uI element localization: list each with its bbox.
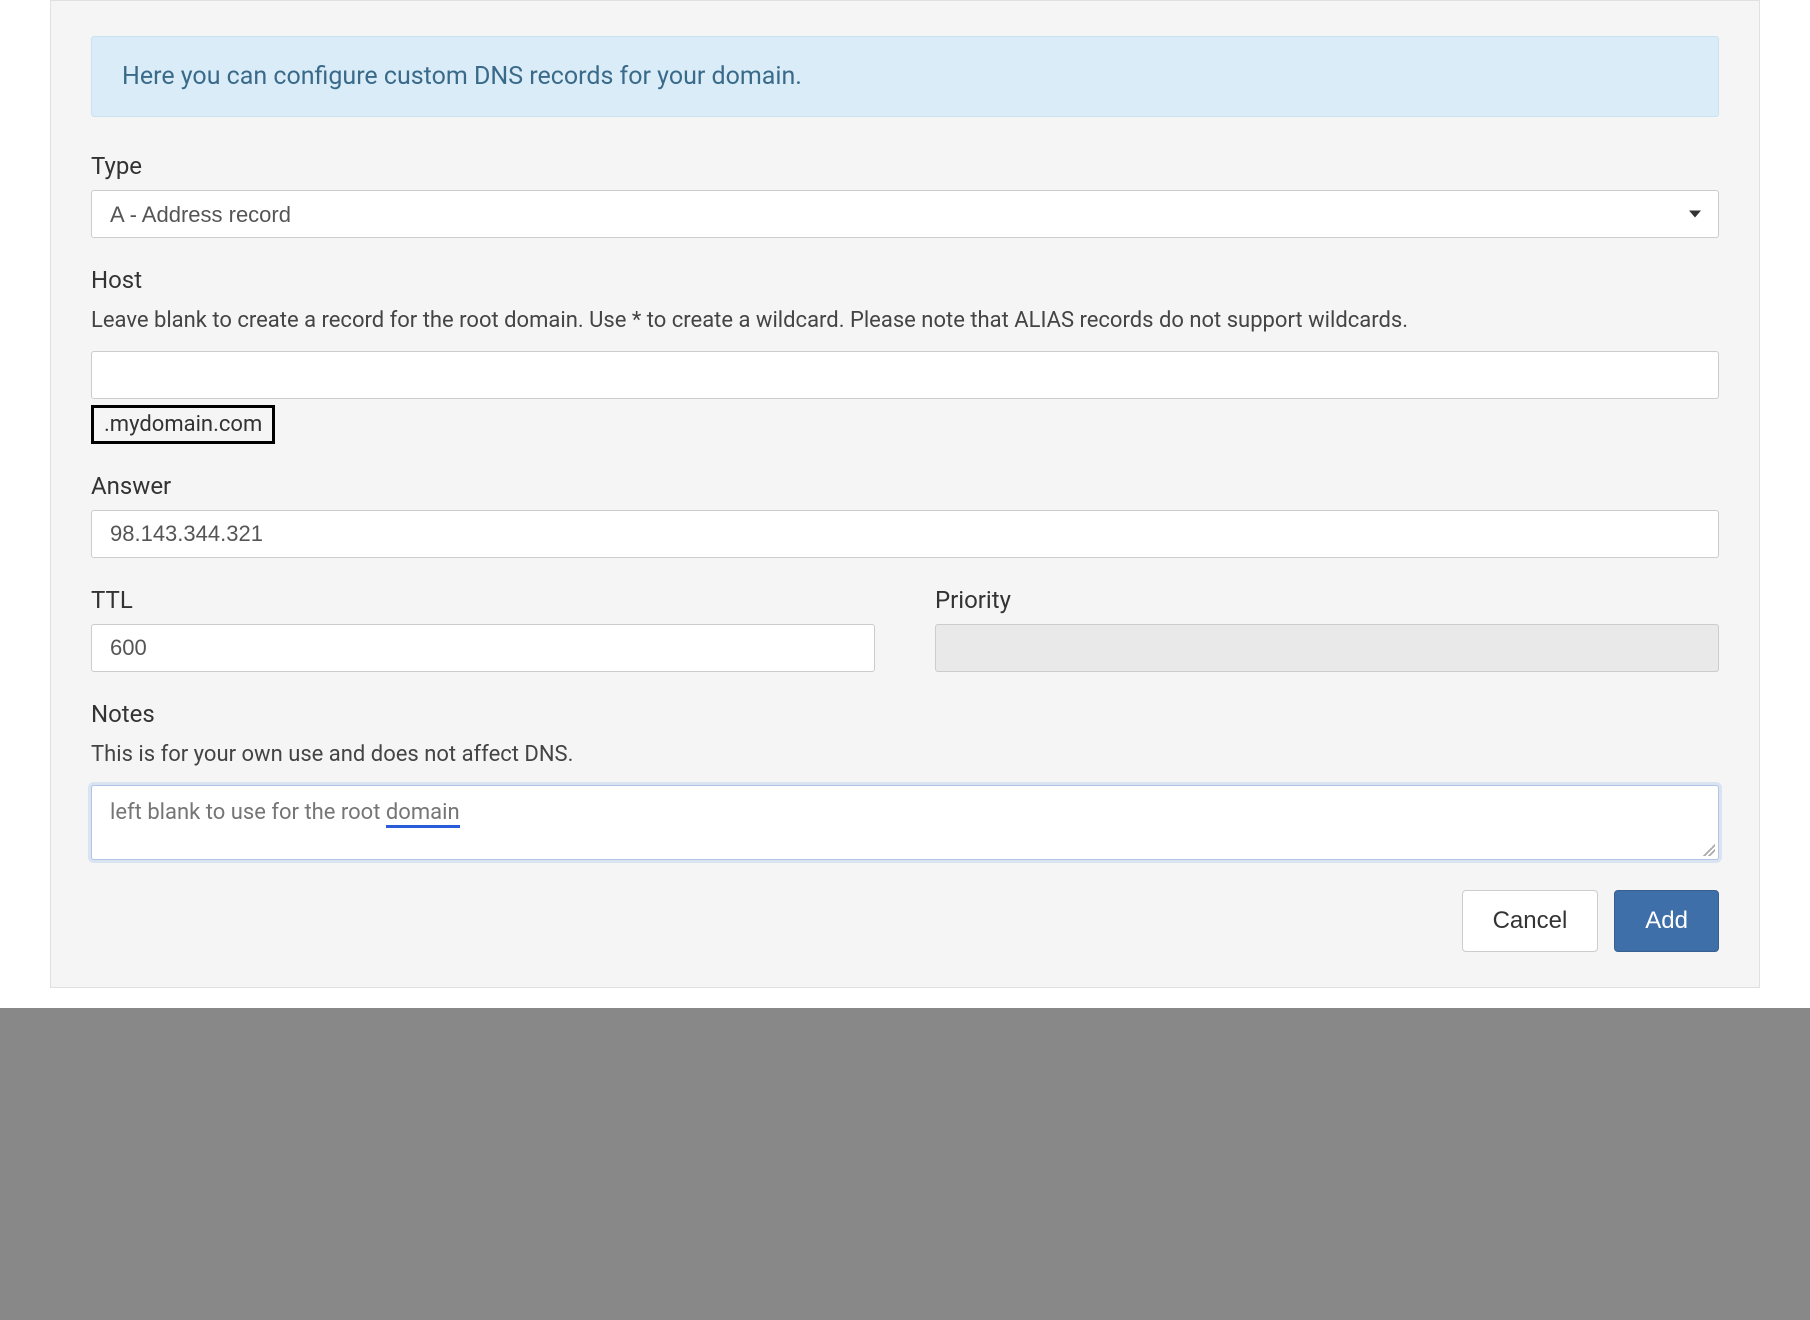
domain-suffix: .mydomain.com <box>91 405 275 444</box>
info-banner: Here you can configure custom DNS record… <box>91 36 1719 117</box>
type-label: Type <box>91 152 1719 180</box>
ttl-label: TTL <box>91 586 875 614</box>
priority-input <box>935 624 1719 672</box>
notes-help-text: This is for your own use and does not af… <box>91 738 1719 771</box>
ttl-input[interactable] <box>91 624 875 672</box>
host-help-text: Leave blank to create a record for the r… <box>91 304 1719 337</box>
type-select-wrapper: A - Address record <box>91 190 1719 238</box>
notes-textarea[interactable]: left blank to use for the root domain <box>91 785 1719 860</box>
add-button[interactable]: Add <box>1614 890 1719 952</box>
notes-group: Notes This is for your own use and does … <box>91 700 1719 860</box>
host-label: Host <box>91 266 1719 294</box>
priority-group: Priority <box>935 586 1719 672</box>
ttl-priority-row: TTL Priority <box>91 586 1719 700</box>
notes-text-pre: left blank to use for the root <box>110 800 386 825</box>
notes-label: Notes <box>91 700 1719 728</box>
host-group: Host Leave blank to create a record for … <box>91 266 1719 444</box>
info-banner-text: Here you can configure custom DNS record… <box>122 62 802 91</box>
host-input[interactable] <box>91 351 1719 399</box>
type-group: Type A - Address record <box>91 152 1719 238</box>
priority-label: Priority <box>935 586 1719 614</box>
answer-label: Answer <box>91 472 1719 500</box>
ttl-group: TTL <box>91 586 875 672</box>
notes-text-underlined: domain <box>386 800 460 828</box>
answer-input[interactable] <box>91 510 1719 558</box>
button-row: Cancel Add <box>91 890 1719 952</box>
dns-record-panel: Here you can configure custom DNS record… <box>50 0 1760 988</box>
resize-handle-icon[interactable] <box>1703 844 1715 856</box>
answer-group: Answer <box>91 472 1719 558</box>
cancel-button[interactable]: Cancel <box>1462 890 1599 952</box>
type-select[interactable]: A - Address record <box>91 190 1719 238</box>
